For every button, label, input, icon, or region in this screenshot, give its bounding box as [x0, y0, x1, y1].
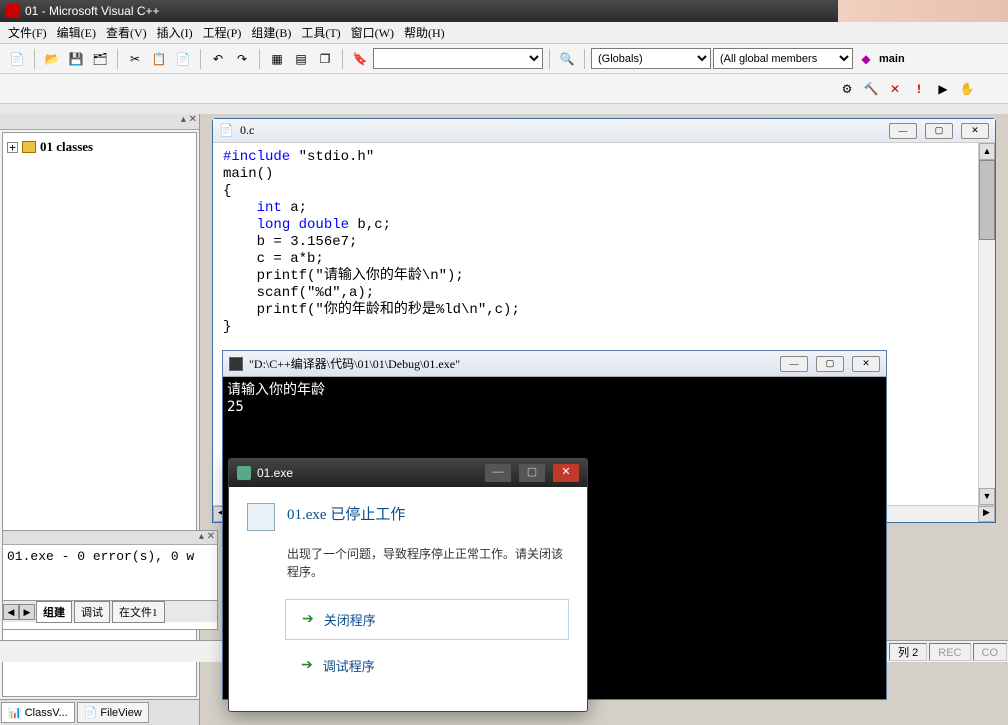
- status-col-label: 列 2: [889, 643, 927, 661]
- tree-root-label: 01 classes: [40, 139, 93, 155]
- menu-insert[interactable]: 插入(I): [157, 24, 193, 41]
- output-icon[interactable]: ▤: [290, 48, 312, 70]
- menu-view[interactable]: 查看(V): [106, 24, 147, 41]
- open-icon[interactable]: 📂: [41, 48, 63, 70]
- console-titlebar[interactable]: "D:\C++编译器\代码\01\01\Debug\01.exe" — ▢ ✕: [223, 351, 886, 377]
- dialog-app-icon: [237, 466, 251, 480]
- folder-icon: [22, 141, 36, 153]
- cut-icon[interactable]: ✂: [124, 48, 146, 70]
- output-tab-debug[interactable]: 调试: [74, 601, 110, 623]
- maximize-button[interactable]: ▢: [925, 123, 953, 139]
- breakpoint-icon[interactable]: ✋: [956, 78, 978, 100]
- workspace-icon[interactable]: ▦: [266, 48, 288, 70]
- menu-project[interactable]: 工程(P): [203, 24, 242, 41]
- find-icon[interactable]: 🔍: [556, 48, 578, 70]
- menu-window[interactable]: 窗口(W): [351, 24, 394, 41]
- doc-icon: 📄: [219, 123, 234, 138]
- panel-header: ▴ ✕: [0, 114, 199, 130]
- menubar: 文件(F) 编辑(E) 查看(V) 插入(I) 工程(P) 组建(B) 工具(T…: [0, 22, 1008, 44]
- toolbar-build: ⚙ 🔨 ✕ ! ▶ ✋: [0, 74, 1008, 104]
- app-badge-icon: [247, 503, 275, 531]
- stop-build-icon[interactable]: ✕: [884, 78, 906, 100]
- windows-icon[interactable]: ❐: [314, 48, 336, 70]
- dialog-maximize[interactable]: ▢: [519, 464, 545, 482]
- arrow-icon: ➔: [302, 611, 314, 628]
- dialog-message: 出现了一个问题，导致程序停止正常工作。请关闭该程序。: [287, 545, 569, 581]
- output-text[interactable]: 01.exe - 0 error(s), 0 w: [3, 545, 217, 600]
- members-combo[interactable]: (All global members: [713, 48, 853, 69]
- close-button[interactable]: ✕: [961, 123, 989, 139]
- workspace-panel: ▴ ✕ + 01 classes 📊 ClassV... 📄 FileView: [0, 114, 200, 725]
- build-icon[interactable]: 🔨: [860, 78, 882, 100]
- console-close[interactable]: ✕: [852, 356, 880, 372]
- run-icon[interactable]: !: [908, 78, 930, 100]
- debug-program-button[interactable]: ➔ 调试程序: [285, 646, 569, 685]
- dialog-heading: 01.exe 已停止工作: [287, 503, 405, 524]
- output-panel: ▴ ✕ 01.exe - 0 error(s), 0 w ◀ ▶ 组建 调试 在…: [2, 530, 218, 630]
- close-program-button[interactable]: ➔ 关闭程序: [285, 599, 569, 640]
- console-icon: [229, 357, 243, 371]
- code-window-title: 0.c: [240, 123, 254, 138]
- code-window-titlebar[interactable]: 📄 0.c — ▢ ✕: [213, 119, 995, 143]
- crash-dialog: 01.exe — ▢ ✕ 01.exe 已停止工作 出现了一个问题，导致程序停止…: [228, 458, 588, 712]
- output-close-icon[interactable]: ▴ ✕: [199, 531, 215, 542]
- output-tab-find1[interactable]: 在文件1: [112, 601, 165, 623]
- toolbar-main: 📄 📂 💾 🗂 ✂ 📋 📄 ↶ ↷ ▦ ▤ ❐ 🔖 🔍 (Globals) (A…: [0, 44, 1008, 74]
- scroll-up-icon[interactable]: ▲: [979, 143, 995, 160]
- vertical-scrollbar[interactable]: ▲ ▼: [978, 143, 995, 505]
- go-icon[interactable]: ▶: [932, 78, 954, 100]
- dialog-titlebar[interactable]: 01.exe — ▢ ✕: [229, 459, 587, 487]
- tab-fileview[interactable]: 📄 FileView: [77, 702, 149, 723]
- tab-nav-right[interactable]: ▶: [19, 604, 35, 620]
- console-title: "D:\C++编译器\代码\01\01\Debug\01.exe": [249, 355, 460, 372]
- func-marker-icon: ◆: [855, 48, 877, 70]
- menu-edit[interactable]: 编辑(E): [57, 24, 96, 41]
- compile-icon[interactable]: ⚙: [836, 78, 858, 100]
- arrow-icon: ➔: [301, 657, 313, 674]
- scroll-right-icon[interactable]: ▶: [978, 506, 995, 522]
- save-icon[interactable]: 💾: [65, 48, 87, 70]
- minimize-button[interactable]: —: [889, 123, 917, 139]
- dialog-close[interactable]: ✕: [553, 464, 579, 482]
- status-col: CO: [973, 643, 1008, 661]
- bookmark-icon[interactable]: 🔖: [349, 48, 371, 70]
- tab-nav-left[interactable]: ◀: [3, 604, 19, 620]
- console-minimize[interactable]: —: [780, 356, 808, 372]
- dialog-body: 01.exe 已停止工作 出现了一个问题，导致程序停止正常工作。请关闭该程序。 …: [229, 487, 587, 711]
- output-tabs: ◀ ▶ 组建 调试 在文件1: [3, 600, 217, 622]
- app-title: 01 - Microsoft Visual C++: [25, 4, 160, 18]
- app-icon: [6, 4, 20, 18]
- undo-icon[interactable]: ↶: [207, 48, 229, 70]
- console-maximize[interactable]: ▢: [816, 356, 844, 372]
- paste-icon[interactable]: 📄: [172, 48, 194, 70]
- main-label: main: [879, 53, 905, 65]
- workspace-tabs: 📊 ClassV... 📄 FileView: [0, 699, 199, 725]
- status-rec: REC: [929, 643, 970, 661]
- tree-root[interactable]: + 01 classes: [7, 137, 192, 157]
- scroll-down-icon[interactable]: ▼: [979, 488, 995, 505]
- menu-help[interactable]: 帮助(H): [404, 24, 445, 41]
- find-combo[interactable]: [373, 48, 543, 69]
- tab-classview[interactable]: 📊 ClassV...: [1, 702, 75, 723]
- menu-tools[interactable]: 工具(T): [301, 24, 340, 41]
- new-icon[interactable]: 📄: [6, 48, 28, 70]
- fileview-icon: 📄: [84, 706, 98, 719]
- output-header: ▴ ✕: [3, 531, 217, 545]
- decorative-bg: [838, 0, 1008, 22]
- dialog-title-text: 01.exe: [257, 466, 293, 480]
- panel-close-icon[interactable]: ▴ ✕: [181, 114, 197, 125]
- dialog-minimize[interactable]: —: [485, 464, 511, 482]
- redo-icon[interactable]: ↷: [231, 48, 253, 70]
- output-tab-build[interactable]: 组建: [36, 601, 72, 623]
- menu-file[interactable]: 文件(F): [8, 24, 47, 41]
- expand-icon[interactable]: +: [7, 142, 18, 153]
- scroll-thumb[interactable]: [979, 160, 995, 240]
- classview-icon: 📊: [8, 706, 22, 719]
- copy-icon[interactable]: 📋: [148, 48, 170, 70]
- globals-combo[interactable]: (Globals): [591, 48, 711, 69]
- save-all-icon[interactable]: 🗂: [89, 48, 111, 70]
- menu-build[interactable]: 组建(B): [251, 24, 291, 41]
